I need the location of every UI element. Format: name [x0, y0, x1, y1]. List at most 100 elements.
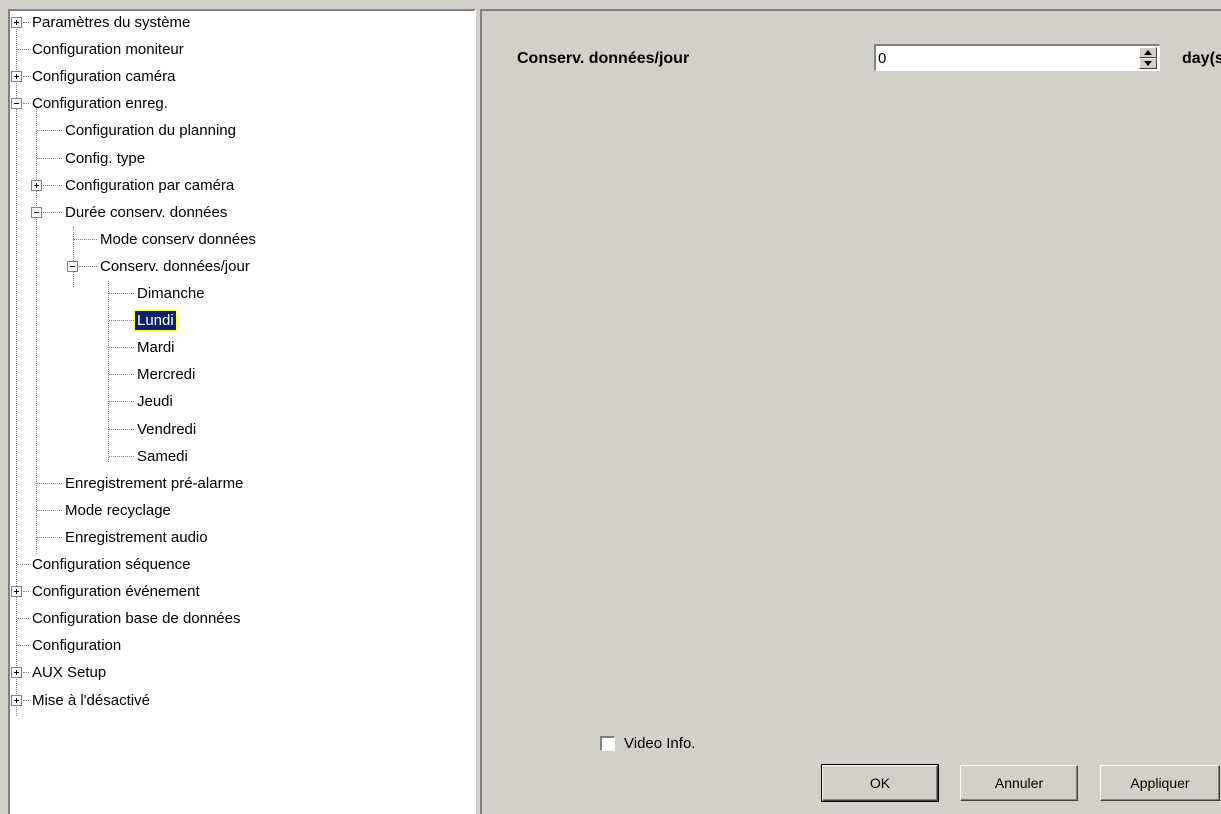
- tree-connector: [109, 347, 134, 349]
- tree-connector: [37, 157, 62, 159]
- tree-connector: [109, 455, 134, 457]
- tree-connector: [37, 130, 62, 132]
- expand-plus-icon[interactable]: [11, 71, 22, 83]
- tree-connector: [109, 374, 134, 376]
- tree-item-jeudi[interactable]: Jeudi: [10, 388, 470, 415]
- tree-connector: [109, 428, 134, 430]
- settings-pane: Conserv. données/jour day(s) Video Info.…: [480, 9, 1221, 814]
- tree-item-label: Conserv. données/jour: [100, 257, 250, 275]
- tree-connector: [109, 293, 134, 294]
- tree-item-label: Configuration: [32, 637, 122, 655]
- tree-connector: [17, 618, 29, 620]
- tree-connector: [23, 76, 29, 78]
- tree-item-label: Configuration du planning: [65, 122, 236, 140]
- arrow-down-icon: [1144, 61, 1152, 66]
- expand-plus-icon[interactable]: [11, 667, 22, 679]
- tree-item-configuration-par-camera[interactable]: Configuration par caméra: [10, 172, 470, 199]
- tree-item-duree-conserv-donnees[interactable]: Durée conserv. données: [10, 199, 470, 226]
- tree-connector: [73, 238, 97, 240]
- collapse-minus-icon[interactable]: [67, 260, 78, 272]
- tree-item-label: Vendredi: [137, 420, 197, 438]
- video-info-checkbox[interactable]: [600, 736, 615, 751]
- tree-item-label: Paramètres du système: [32, 14, 191, 31]
- tree-item-aux-setup[interactable]: AUX Setup: [10, 659, 470, 686]
- tree-connector: [43, 211, 62, 213]
- tree-item-label: Enregistrement audio: [65, 528, 208, 546]
- tree-item-configuration-du-planning[interactable]: Configuration du planning: [10, 117, 470, 144]
- tree-item-label: Mercredi: [137, 366, 196, 384]
- tree-item-configuration-enreg[interactable]: Configuration enreg.: [10, 90, 470, 117]
- tree-item-samedi[interactable]: Samedi: [10, 443, 470, 470]
- tree-item-mode-recyclage[interactable]: Mode recyclage: [10, 497, 470, 524]
- spin-buttons: [1139, 47, 1157, 69]
- tree-item-label: Mardi: [137, 339, 175, 357]
- expand-plus-icon[interactable]: [31, 179, 42, 191]
- tree-item-label: Configuration événement: [32, 583, 200, 601]
- unit-label: day(s): [1182, 50, 1221, 67]
- tree-item-label: Mode recyclage: [65, 501, 171, 519]
- tree-item-enregistrement-audio[interactable]: Enregistrement audio: [10, 524, 470, 551]
- collapse-minus-icon[interactable]: [31, 206, 42, 218]
- tree-connector: [109, 320, 134, 322]
- apply-button[interactable]: Appliquer: [1100, 765, 1220, 801]
- tree-item-config-type[interactable]: Config. type: [10, 145, 470, 172]
- tree-item-enregistrement-pre-alarme[interactable]: Enregistrement pré-alarme: [10, 470, 470, 497]
- collapse-minus-icon[interactable]: [11, 98, 22, 110]
- tree-item-configuration-evenement[interactable]: Configuration événement: [10, 578, 470, 605]
- tree-item-label: Configuration séquence: [32, 556, 191, 573]
- expand-plus-icon[interactable]: [11, 17, 22, 28]
- tree-item-label: Configuration caméra: [32, 68, 176, 86]
- tree-connector: [23, 103, 29, 105]
- tree-item-label: Configuration moniteur: [32, 41, 184, 59]
- tree-connector: [23, 672, 29, 674]
- tree-item-dimanche[interactable]: Dimanche: [10, 280, 470, 307]
- tree-connector: [23, 22, 29, 23]
- video-info-label: Video Info.: [624, 735, 696, 752]
- tree-connector: [23, 591, 29, 593]
- tree-item-mercredi[interactable]: Mercredi: [10, 361, 470, 388]
- tree-connector: [17, 645, 29, 647]
- tree-item-configuration[interactable]: Configuration: [10, 632, 470, 659]
- tree-item-label: Configuration enreg.: [32, 95, 168, 113]
- tree-item-mise-a-l-desactive[interactable]: Mise à l'désactivé: [10, 687, 470, 714]
- tree-item-label: Mise à l'désactivé: [32, 691, 150, 709]
- tree-item-mode-conserv-donnees[interactable]: Mode conserv données: [10, 226, 470, 253]
- tree-connector: [37, 482, 62, 484]
- spin-up-button[interactable]: [1139, 47, 1157, 58]
- tree-item-label: Mode conserv données: [100, 230, 256, 248]
- tree-item-vendredi[interactable]: Vendredi: [10, 416, 470, 443]
- tree-connector: [79, 265, 97, 267]
- tree-item-label: AUX Setup: [32, 664, 107, 682]
- tree-connector: [17, 49, 29, 51]
- tree-connector: [17, 564, 29, 565]
- tree-item-conserv-donnees-jour[interactable]: Conserv. données/jour: [10, 253, 470, 280]
- tree-item-mardi[interactable]: Mardi: [10, 334, 470, 361]
- tree-connector: [37, 509, 62, 511]
- tree-item-parametres-du-systeme[interactable]: Paramètres du système: [10, 11, 470, 36]
- tree-item-lundi[interactable]: Lundi: [10, 307, 470, 334]
- expand-plus-icon[interactable]: [11, 586, 22, 598]
- tree-connector: [37, 536, 62, 538]
- tree-item-label: Samedi: [137, 447, 188, 465]
- settings-tree[interactable]: Paramètres du système Configuration monit…: [8, 9, 476, 814]
- tree-item-configuration-base-de-donnees[interactable]: Configuration base de données: [10, 605, 470, 632]
- tree-item-configuration-camera[interactable]: Configuration caméra: [10, 63, 470, 90]
- retention-days-input[interactable]: [878, 47, 1134, 69]
- tree-item-label: Config. type: [65, 149, 146, 167]
- tree-item-label: Configuration par caméra: [65, 176, 235, 194]
- tree-connector: [43, 184, 62, 186]
- spin-down-button[interactable]: [1139, 58, 1157, 69]
- arrow-up-icon: [1144, 50, 1152, 55]
- tree-item-label: Dimanche: [137, 285, 205, 302]
- tree-connector: [109, 401, 134, 403]
- tree-connector: [23, 699, 29, 701]
- tree-item-configuration-moniteur[interactable]: Configuration moniteur: [10, 36, 470, 63]
- retention-day-label: Conserv. données/jour: [517, 50, 690, 67]
- tree-item-configuration-sequence[interactable]: Configuration séquence: [10, 551, 470, 578]
- retention-days-spinbox[interactable]: [874, 44, 1160, 71]
- ok-button[interactable]: OK: [821, 764, 939, 802]
- expand-plus-icon[interactable]: [11, 694, 22, 706]
- tree-item-label: Configuration base de données: [32, 610, 241, 628]
- cancel-button[interactable]: Annuler: [960, 765, 1078, 801]
- tree-item-label: Lundi: [134, 310, 177, 332]
